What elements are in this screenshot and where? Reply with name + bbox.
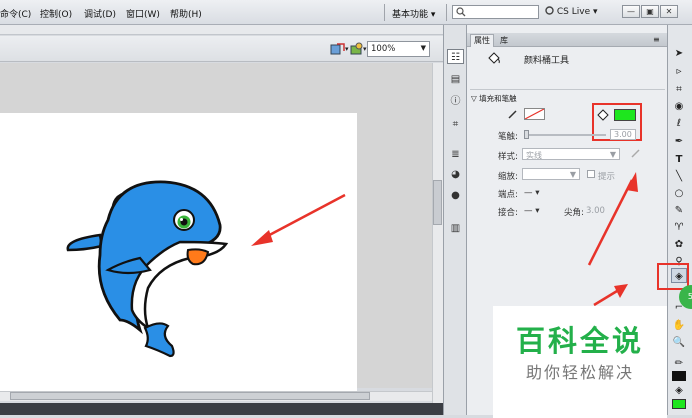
join-select[interactable]: — ▾ [524,206,539,216]
color-panel-icon[interactable]: ◕ [447,167,464,182]
annotation-arrow [587,172,638,307]
document-tab-strip [0,25,443,35]
swatches-panel-icon[interactable]: ● [447,188,464,203]
line-tool-icon[interactable]: ╲ [671,169,687,184]
pencil-tool-icon[interactable]: ✎ [671,203,687,218]
menu-divider [446,4,447,21]
rectangle-tool-icon[interactable]: ○ [671,186,687,201]
fill-stroke-section-header[interactable]: ▽ 填充和笔触 [471,93,517,104]
close-button[interactable]: ✕ [660,5,678,18]
minimize-button[interactable]: — [622,5,640,18]
text-tool-icon[interactable]: T [671,152,687,167]
style-label: 样式: [498,152,518,162]
annotation-arrow [251,193,346,246]
panel-menu-button[interactable]: ≡ [653,35,660,44]
cs-live-icon [545,6,554,15]
3d-rotation-tool-icon[interactable]: ◉ [671,99,687,114]
info-panel-icon[interactable]: ⓘ [447,94,464,109]
menu-debug[interactable]: 调试(D) [84,7,116,20]
stroke-color-swatch[interactable] [524,108,545,120]
menu-window[interactable]: 窗口(W) [126,7,160,20]
status-bar [0,403,443,415]
subselection-tool-icon[interactable]: ▹ [671,64,687,79]
menu-divider [384,4,385,21]
stroke-slider-handle[interactable] [524,130,529,139]
horizontal-scroll-thumb[interactable] [10,392,370,400]
edit-scene-dropdown[interactable]: ▾ [363,45,367,53]
tool-name-label: 颜料桶工具 [524,56,570,66]
edit-symbols-dropdown[interactable]: ▾ [345,45,349,53]
edit-symbols-icon[interactable] [330,42,346,57]
workspace-switcher[interactable]: 基本功能 ▾ [392,7,435,20]
miter-label: 尖角: [564,208,584,218]
restore-button[interactable]: ▣ [641,5,659,18]
section-divider [470,89,665,90]
stroke-color-chip[interactable] [672,371,686,381]
watermark-subtitle: 助你轻松解决 [525,363,634,382]
hand-tool-icon[interactable]: ✋ [671,318,687,333]
menu-control[interactable]: 控制(O) [40,7,72,20]
search-icon [456,7,466,17]
dolphin-illustration[interactable] [60,170,250,370]
tab-library[interactable]: 库 [497,35,511,46]
zoom-tool-icon[interactable]: 🔍 [671,335,687,350]
align-panel-icon[interactable]: ▤ [447,72,464,87]
vertical-scrollbar[interactable] [432,63,443,403]
fill-color-chip[interactable] [672,399,686,409]
menu-help[interactable]: 帮助(H) [170,7,202,20]
paint-bucket-icon [488,52,500,64]
vertical-scroll-thumb[interactable] [433,180,442,225]
zoom-select[interactable]: 100% ▼ [367,41,430,57]
selection-tool-icon[interactable]: ➤ [671,46,687,61]
menu-command[interactable]: 命令(C) [0,7,31,20]
stroke-label: 笔触: [498,132,518,142]
style-select[interactable]: 实线 ▼ [522,148,620,160]
scale-label: 缩放: [498,172,518,182]
brush-tool-icon[interactable]: ♈ [671,220,687,235]
transform-panel-icon[interactable]: ⌗ [447,117,464,132]
watermark-title: 百科全说 [515,324,644,358]
join-label: 接合: [498,208,518,218]
library-panel-icon[interactable]: ▥ [447,221,464,236]
tab-properties[interactable]: 属性 [470,34,494,47]
pen-tool-icon[interactable]: ✒ [671,134,687,149]
deco-tool-icon[interactable]: ✿ [671,237,687,252]
cs-live-button[interactable]: CS Live ▾ [545,6,598,17]
free-transform-tool-icon[interactable]: ⌗ [671,82,687,97]
scale-select[interactable]: ▼ [522,168,580,180]
edit-scene-icon[interactable] [350,42,364,57]
cap-label: 端点: [498,190,518,200]
stroke-width-field[interactable]: 3.00 [610,129,636,140]
cap-select[interactable]: — ▾ [524,188,539,198]
pencil-icon [508,110,517,119]
help-search-input[interactable] [452,5,539,19]
fill-color-tool-icon[interactable]: ◈ [671,383,687,398]
actions-panel-icon[interactable]: ≣ [447,147,464,162]
lasso-tool-icon[interactable]: ℓ [671,116,687,131]
properties-panel-icon[interactable]: ☷ [447,49,464,64]
stroke-slider-track[interactable] [524,134,606,136]
edit-stroke-style-icon[interactable] [630,148,641,159]
stroke-color-tool-icon[interactable]: ✏ [671,356,687,371]
